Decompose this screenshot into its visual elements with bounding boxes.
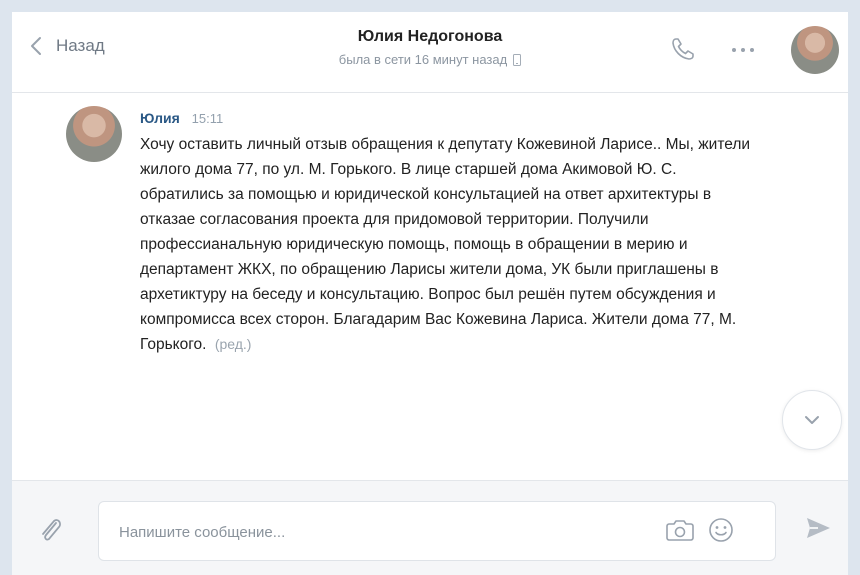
message-body: Юлия 15:11 Хочу оставить личный отзыв об… (140, 106, 760, 357)
chat-header: Назад Юлия Недогонова была в сети 16 мин… (12, 12, 848, 93)
sender-name[interactable]: Юлия (140, 110, 180, 126)
contact-name[interactable]: Юлия Недогонова (12, 28, 848, 46)
chat-window: Назад Юлия Недогонова была в сети 16 мин… (12, 12, 848, 575)
message-time: 15:11 (191, 111, 224, 126)
message-text: Хочу оставить личный отзыв обращения к д… (140, 132, 760, 357)
paperclip-icon (42, 519, 61, 541)
phone-icon (672, 38, 694, 60)
smile-icon (709, 518, 733, 542)
more-dots-icon (732, 48, 754, 52)
send-icon (807, 518, 830, 538)
status-text: была в сети 16 минут назад (338, 52, 508, 67)
message-input-box (98, 501, 776, 562)
mobile-device-icon (513, 53, 522, 66)
sender-avatar[interactable] (66, 106, 122, 162)
attach-button[interactable] (38, 515, 64, 550)
camera-button[interactable] (665, 517, 695, 548)
message-content: Хочу оставить личный отзыв обращения к д… (140, 136, 751, 353)
scroll-down-button[interactable] (782, 390, 842, 450)
message-composer (12, 480, 848, 575)
edited-label: (ред.) (214, 336, 252, 352)
call-button[interactable] (670, 36, 696, 67)
contact-info: Юлия Недогонова была в сети 16 минут наз… (12, 28, 848, 69)
more-button[interactable] (730, 34, 756, 60)
online-status: была в сети 16 минут назад (338, 52, 522, 67)
send-button[interactable] (804, 515, 832, 546)
contact-avatar[interactable] (791, 26, 839, 74)
camera-icon (666, 520, 694, 541)
message-input[interactable] (117, 502, 641, 562)
message-meta: Юлия 15:11 (140, 110, 760, 126)
chevron-down-icon (805, 416, 819, 424)
emoji-button[interactable] (707, 516, 735, 549)
